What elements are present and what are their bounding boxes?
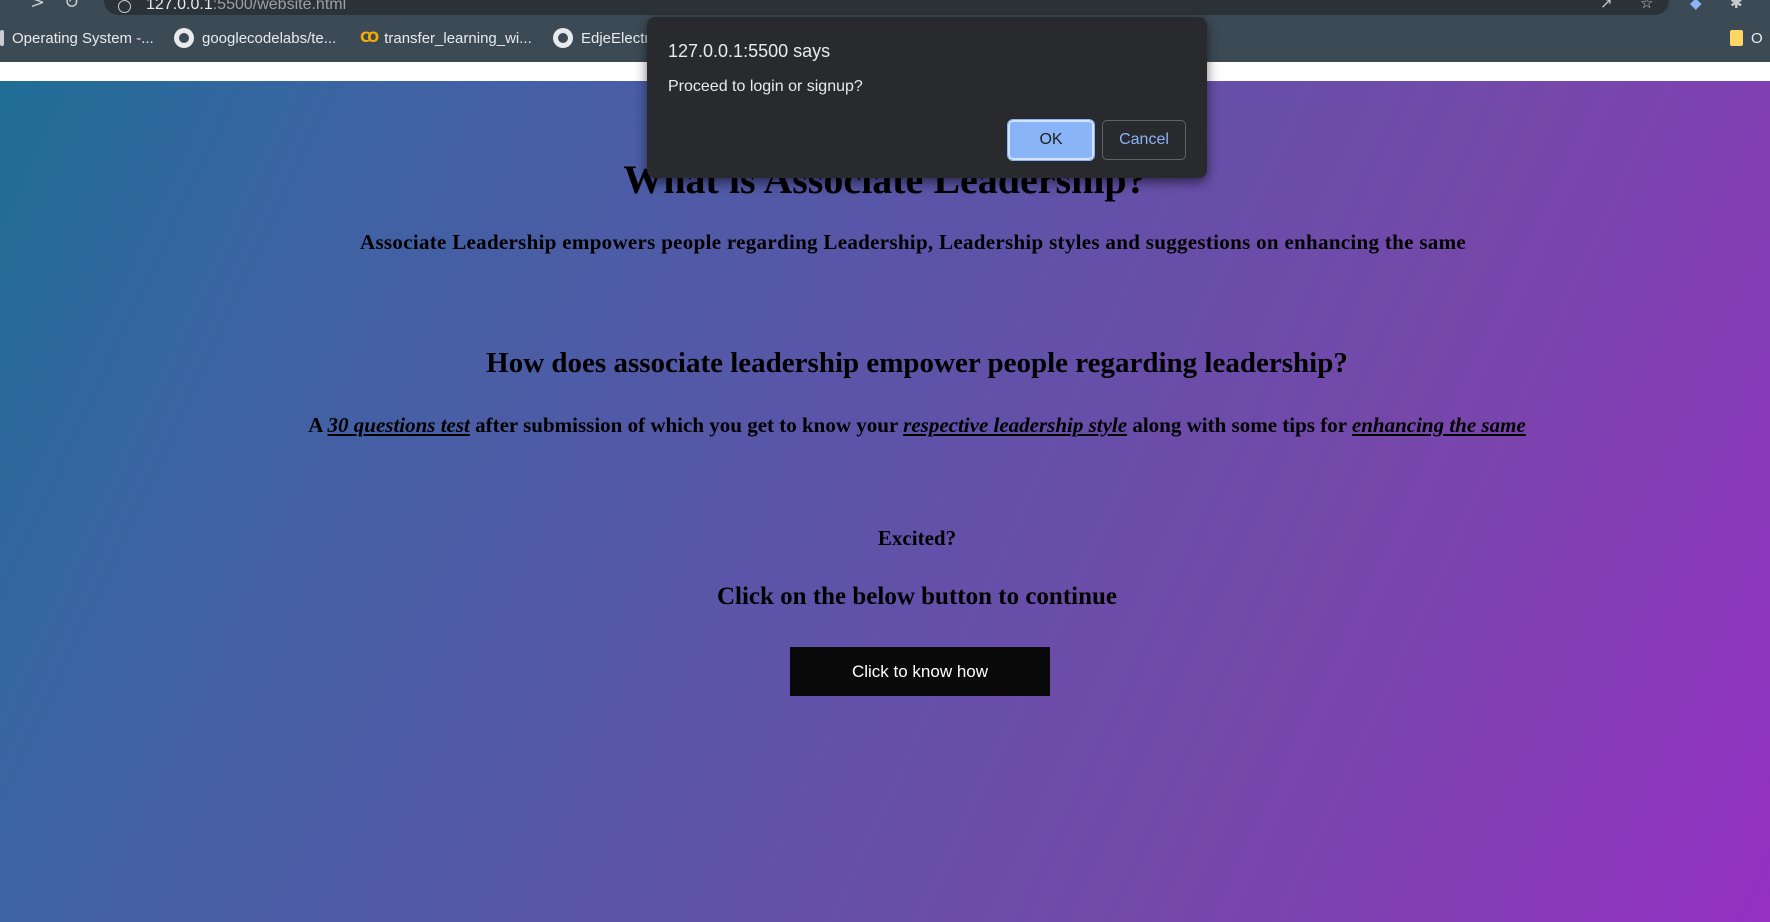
bookmark-label: Operating System -... [12,29,154,47]
leadership-style-link[interactable]: respective leadership style [903,413,1127,437]
continue-text: Click on the below button to continue [716,583,1118,610]
bookmark-label: transfer_learning_wi... [384,29,532,47]
bookmark-icon [0,30,4,46]
bookmark-operating-system[interactable]: Operating System -... [0,28,154,48]
folder-icon [1730,30,1743,46]
bookmark-label: EdjeElectr [581,29,650,47]
colab-icon: CO [360,30,379,46]
excited-text: Excited? [877,526,957,550]
section-heading: How does associate leadership empower pe… [486,347,1348,379]
bookmark-edjeelectr[interactable]: EdjeElectr [553,28,649,48]
star-icon[interactable]: ☆ [1640,0,1653,11]
bookmark-label: O [1751,29,1763,47]
dialog-title: 127.0.0.1:5500 says [668,41,831,61]
share-icon[interactable]: ↗ [1600,0,1613,11]
address-bar[interactable]: 127.0.0.1:5500/website.html [104,0,1669,15]
questions-test-link[interactable]: 30 questions test [328,413,470,437]
puzzle-icon[interactable]: ✱ [1730,0,1743,11]
desc-text-2: after submission of which you get to kno… [469,413,904,437]
confirm-dialog: 127.0.0.1:5500 says Proceed to login or … [647,17,1207,178]
reload-icon[interactable]: ↻ [64,0,79,12]
dialog-message: Proceed to login or signup? [668,78,863,95]
extension-diamond-icon[interactable]: ◆ [1690,0,1702,11]
bookmark-other[interactable]: O [1730,28,1763,48]
browser-nav-row: > ↻ 127.0.0.1:5500/website.html ↗ ☆ ◆ ✱ [0,0,1770,16]
url-text[interactable]: 127.0.0.1:5500/website.html [146,0,346,14]
github-icon [174,28,194,48]
bookmark-googlecodelabs[interactable]: googlecodelabs/te... [174,28,336,48]
desc-text-1: A [308,413,328,437]
forward-icon[interactable]: > [30,0,45,12]
know-how-button[interactable]: Click to know how [790,647,1050,696]
site-info-icon[interactable] [118,0,131,13]
ok-button[interactable]: OK [1007,119,1095,161]
cancel-button[interactable]: Cancel [1102,120,1186,160]
page-content: What is Associate Leadership? Associate … [0,81,1770,922]
enhancing-link[interactable]: enhancing the same [1352,413,1526,437]
bookmark-label: googlecodelabs/te... [202,29,337,47]
bookmark-transfer-learning[interactable]: CO transfer_learning_wi... [360,28,532,48]
desc-text-3: along with some tips for [1127,413,1352,437]
intro-text: Associate Leadership empowers people reg… [359,230,1467,254]
github-icon [553,28,573,48]
description-text: A 30 questions test after submission of … [0,413,1770,438]
